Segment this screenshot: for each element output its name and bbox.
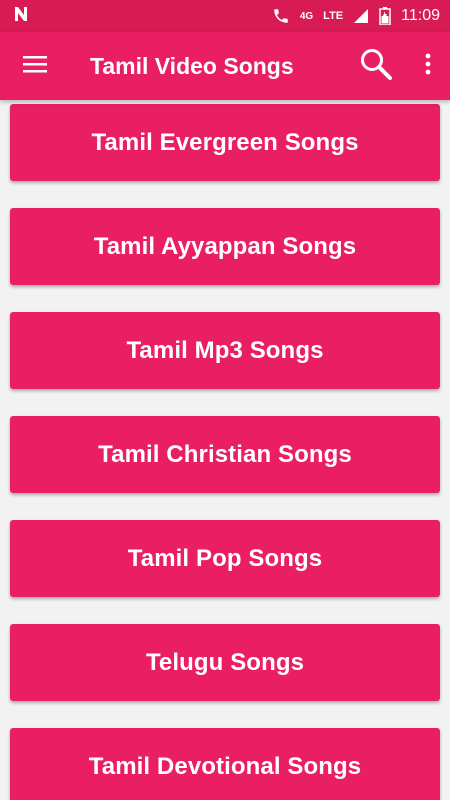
more-vert-icon: [424, 52, 432, 81]
category-button-tamil-devotional[interactable]: Tamil Devotional Songs: [10, 728, 440, 800]
battery-icon: [379, 7, 391, 25]
more-options-button[interactable]: [406, 32, 450, 100]
status-bar: 4G LTE 11:09: [0, 0, 450, 32]
app-bar: Tamil Video Songs: [0, 32, 450, 100]
status-time: 11:09: [401, 7, 440, 24]
category-button-tamil-evergreen[interactable]: Tamil Evergreen Songs: [10, 104, 440, 181]
menu-button[interactable]: [0, 32, 70, 100]
category-button-tamil-pop[interactable]: Tamil Pop Songs: [10, 520, 440, 597]
network-4g-label: 4G: [299, 10, 314, 22]
page-title: Tamil Video Songs: [90, 52, 294, 79]
menu-icon: [22, 54, 48, 79]
signal-icon: [353, 8, 369, 24]
category-list[interactable]: Tamil Evergreen Songs Tamil Ayyappan Son…: [0, 100, 450, 800]
category-button-tamil-christian[interactable]: Tamil Christian Songs: [10, 416, 440, 493]
network-lte-label: LTE: [323, 10, 344, 22]
category-button-tamil-ayyappan[interactable]: Tamil Ayyappan Songs: [10, 208, 440, 285]
call-icon: [272, 7, 290, 25]
search-button[interactable]: [346, 32, 406, 100]
search-icon: [359, 47, 393, 86]
n-notification-icon: [12, 5, 30, 27]
category-button-tamil-mp3[interactable]: Tamil Mp3 Songs: [10, 312, 440, 389]
category-button-telugu[interactable]: Telugu Songs: [10, 624, 440, 701]
